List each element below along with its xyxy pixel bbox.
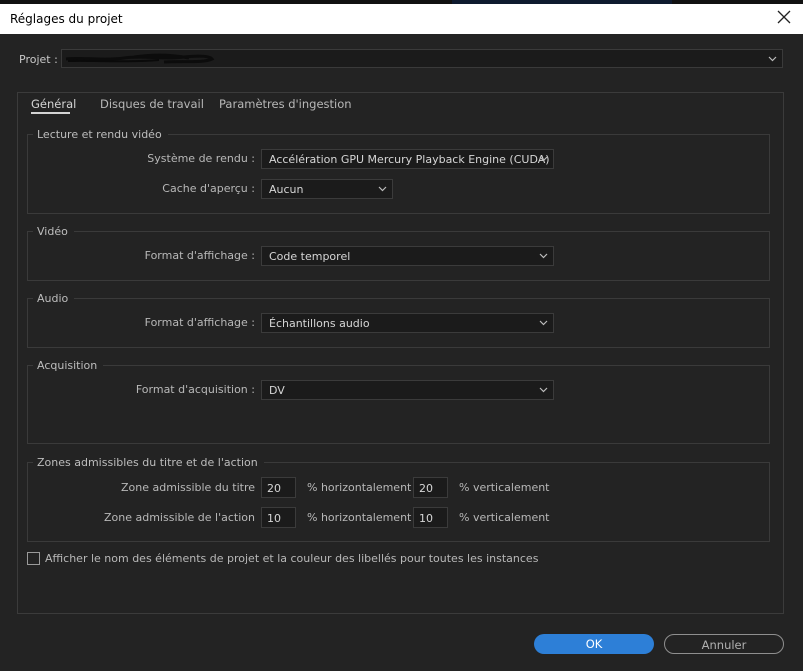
audio-legend: Audio <box>33 292 75 305</box>
renderer-dropdown[interactable]: Accélération GPU Mercury Playback Engine… <box>261 149 554 169</box>
audio-display-format-dropdown[interactable]: Échantillons audio <box>261 313 554 333</box>
video-display-format-dropdown[interactable]: Code temporel <box>261 246 554 266</box>
playback-group <box>27 134 770 214</box>
show-project-item-names-label: Afficher le nom des éléments de projet e… <box>45 552 539 565</box>
preview-cache-dropdown[interactable]: Aucun <box>261 179 393 199</box>
redacted-scribble <box>64 51 224 70</box>
tab-general[interactable]: Général <box>31 97 76 111</box>
chevron-down-icon <box>539 250 548 263</box>
action-safe-vertical-unit: % verticalement <box>459 511 550 524</box>
dialog-body: Projet : Général Disques de travail Para… <box>0 34 803 671</box>
preview-cache-label: Cache d'aperçu : <box>162 182 255 195</box>
window-title: Réglages du projet <box>10 12 123 26</box>
title-safe-vertical-unit: % verticalement <box>459 481 550 494</box>
chevron-down-icon <box>539 384 548 397</box>
acquisition-legend: Acquisition <box>33 359 104 372</box>
title-safe-label: Zone admissible du titre <box>121 481 255 494</box>
video-display-format-value: Code temporel <box>269 250 351 263</box>
capture-format-value: DV <box>269 384 285 397</box>
action-safe-horizontal-unit: % horizontalement <box>307 511 412 524</box>
chevron-down-icon <box>539 153 548 166</box>
safe-zones-group <box>27 462 770 542</box>
chevron-down-icon <box>768 53 777 66</box>
audio-display-format-value: Échantillons audio <box>269 317 370 330</box>
project-dropdown[interactable] <box>61 49 783 68</box>
cancel-button[interactable]: Annuler <box>664 634 784 654</box>
renderer-value: Accélération GPU Mercury Playback Engine… <box>269 153 550 166</box>
acquisition-group <box>27 365 770 444</box>
video-display-format-label: Format d'affichage : <box>144 249 255 262</box>
show-project-item-names-checkbox[interactable] <box>27 552 40 565</box>
title-safe-horizontal-input[interactable]: 20 <box>261 477 296 498</box>
project-label: Projet : <box>19 53 58 66</box>
ok-button[interactable]: OK <box>534 634 654 654</box>
action-safe-vertical-input[interactable]: 10 <box>413 507 448 528</box>
playback-legend: Lecture et rendu vidéo <box>33 128 168 141</box>
title-bar: Réglages du projet <box>0 4 803 34</box>
action-safe-horizontal-input[interactable]: 10 <box>261 507 296 528</box>
active-tab-indicator <box>31 112 70 114</box>
title-safe-vertical-input[interactable]: 20 <box>413 477 448 498</box>
safe-zones-legend: Zones admissibles du titre et de l'actio… <box>33 456 264 469</box>
action-safe-label: Zone admissible de l'action <box>103 511 255 524</box>
title-safe-horizontal-unit: % horizontalement <box>307 481 412 494</box>
tab-ingest-settings[interactable]: Paramètres d'ingestion <box>219 97 352 111</box>
audio-display-format-label: Format d'affichage : <box>144 316 255 329</box>
tab-scratch-disks[interactable]: Disques de travail <box>100 97 204 111</box>
video-legend: Vidéo <box>33 225 74 238</box>
chevron-down-icon <box>539 317 548 330</box>
renderer-label: Système de rendu : <box>147 152 255 165</box>
capture-format-dropdown[interactable]: DV <box>261 380 554 400</box>
preview-cache-value: Aucun <box>269 183 304 196</box>
capture-format-label: Format d'acquisition : <box>135 383 255 396</box>
chevron-down-icon <box>378 183 387 196</box>
close-icon[interactable] <box>777 10 793 26</box>
